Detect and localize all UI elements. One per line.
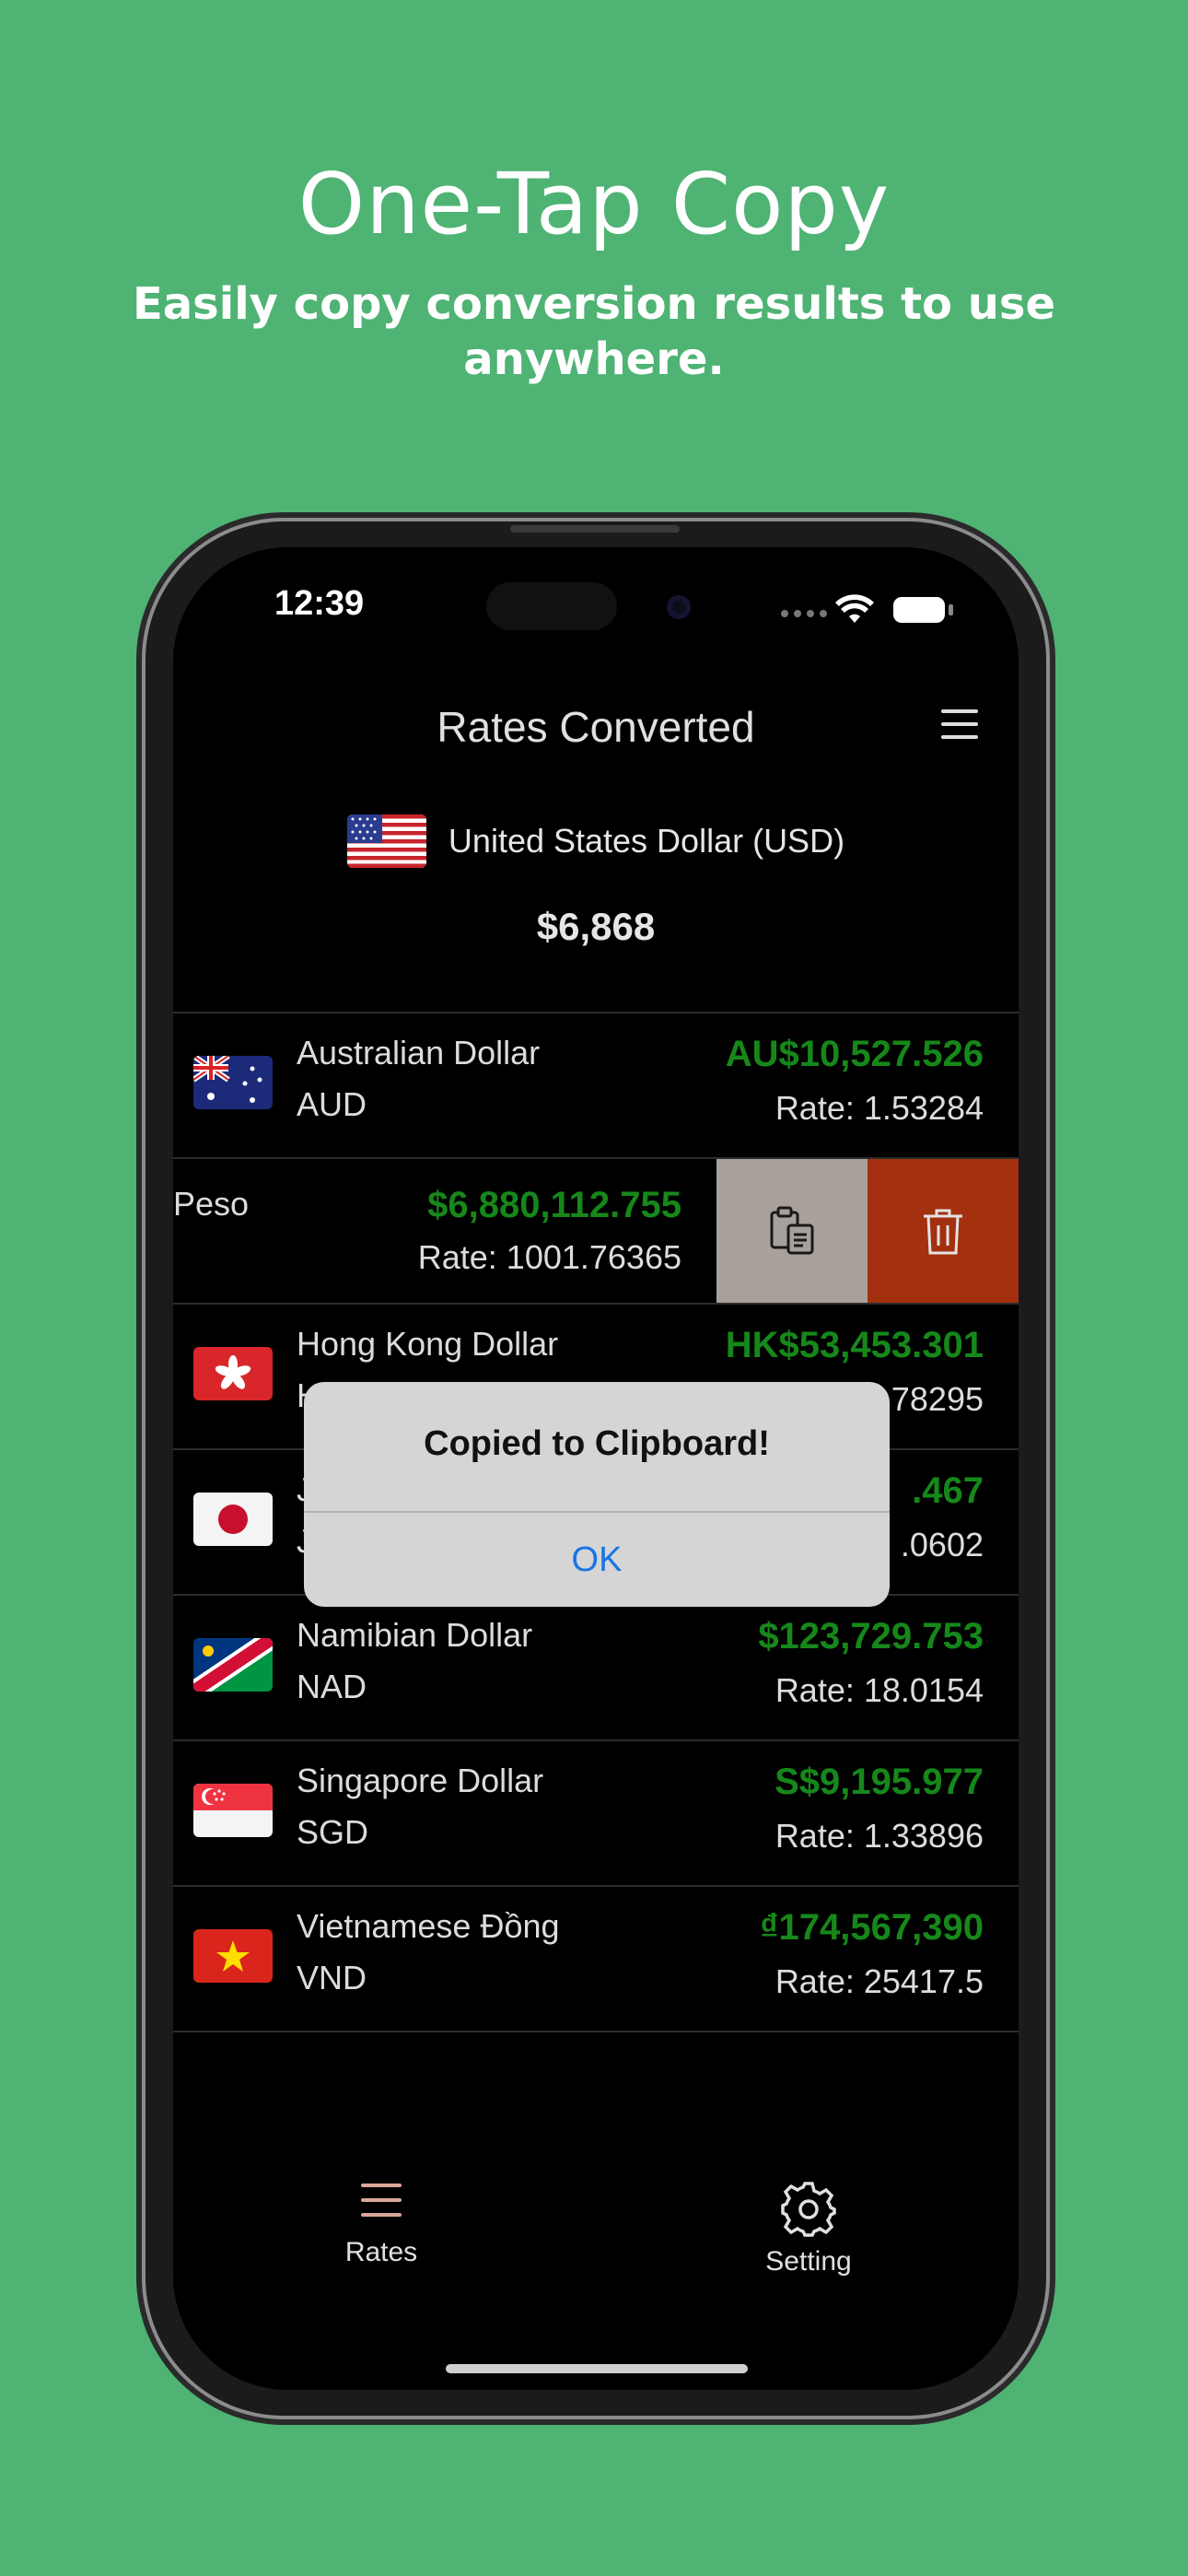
promo-subhead: Easily copy conversion results to use an… [132,278,1056,385]
tab-rates[interactable]: Rates [289,2180,473,2268]
currency-code: SGD [297,1813,369,1851]
copy-button[interactable] [716,1159,868,1303]
jp-flag-icon [193,1493,273,1546]
na-flag-icon [187,1629,279,1701]
currency-code: NAD [297,1668,367,1705]
promo-headline: One-Tap Copy [297,155,891,253]
camera-icon [667,595,691,619]
phone-speaker-slot [510,525,680,533]
converted-amount[interactable]: AU$10,527.526 [726,1034,984,1075]
phone-screen: 12:39 Rates Converted United States Doll… [173,547,1019,2390]
clipboard-icon [770,1206,814,1255]
currency-name: Australian Dollar [297,1034,541,1071]
battery-cap [949,604,953,615]
exchange-rate: 78295 [891,1380,984,1418]
converted-amount[interactable]: $123,729.753 [758,1616,984,1657]
currency-name: Singapore Dollar [297,1762,544,1799]
hamburger-menu-icon[interactable] [941,709,978,743]
vn-flag-icon [193,1929,273,1983]
converted-amount[interactable]: S$9,195.977 [775,1762,984,1803]
rate-row-sgd[interactable]: Singapore Dollar SGD S$9,195.977 Rate: 1… [173,1739,1019,1885]
exchange-rate: Rate: 1001.76365 [417,1238,681,1276]
currency-name: Hong Kong Dollar [297,1325,559,1363]
dynamic-island [486,582,617,630]
tab-rates-label: Rates [344,2237,418,2267]
rate-row-nad[interactable]: Namibian Dollar NAD $123,729.753 Rate: 1… [173,1594,1019,1739]
page-title: Rates Converted [437,703,755,751]
exchange-rate: Rate: 1.53284 [775,1089,984,1127]
converted-amount[interactable]: .467 [912,1470,984,1512]
sg-flag-icon [193,1784,273,1837]
hk-flag-icon [193,1347,273,1400]
tab-setting-label: Setting [765,2246,852,2277]
alert-ok-button[interactable]: OK [304,1513,890,1607]
exchange-rate: Rate: 18.0154 [775,1671,984,1709]
us-flag-icon [346,814,426,868]
converted-amount[interactable]: HK$53,453.301 [726,1325,984,1366]
home-indicator[interactable] [446,2364,748,2373]
tab-setting[interactable]: Setting [716,2180,901,2277]
wifi-icon [835,594,874,623]
copied-alert-dialog: Copied to Clipboard! OK [304,1382,890,1607]
gear-icon [781,2182,836,2237]
exchange-rate: Rate: 1.33896 [775,1817,984,1855]
delete-button[interactable] [868,1159,1019,1303]
list-icon [361,2184,402,2217]
exchange-rate: .0602 [900,1526,984,1563]
exchange-rate: Rate: 25417.5 [775,1962,984,2000]
au-flag-icon [192,1053,273,1109]
base-currency-row[interactable]: United States Dollar (USD) [173,814,1019,868]
cellular-signal-icon [781,610,827,617]
alert-title: Copied to Clipboard! [424,1424,770,1463]
currency-name: Vietnamese Đồng [297,1907,560,1945]
currency-name: Peso [173,1185,250,1223]
currency-code: VND [297,1959,367,1996]
currency-name: Namibian Dollar [297,1616,533,1654]
base-currency-name: United States Dollar (USD) [448,822,845,860]
rate-row-aud[interactable]: Australian Dollar AUD AU$10,527.526 Rate… [173,1012,1019,1157]
battery-icon [893,597,945,623]
rate-row-vnd[interactable]: Vietnamese Đồng VND ₫174,567,390 Rate: 2… [173,1885,1019,2032]
trash-icon [924,1209,962,1255]
base-amount[interactable]: $6,868 [173,905,1019,949]
rate-row-swiped[interactable]: Peso $6,880,112.755 Rate: 1001.76365 [173,1157,1019,1303]
converted-amount[interactable]: ₫174,567,390 [760,1907,984,1949]
currency-code: AUD [297,1085,367,1123]
converted-amount[interactable]: $6,880,112.755 [427,1185,681,1226]
status-time: 12:39 [274,584,365,623]
